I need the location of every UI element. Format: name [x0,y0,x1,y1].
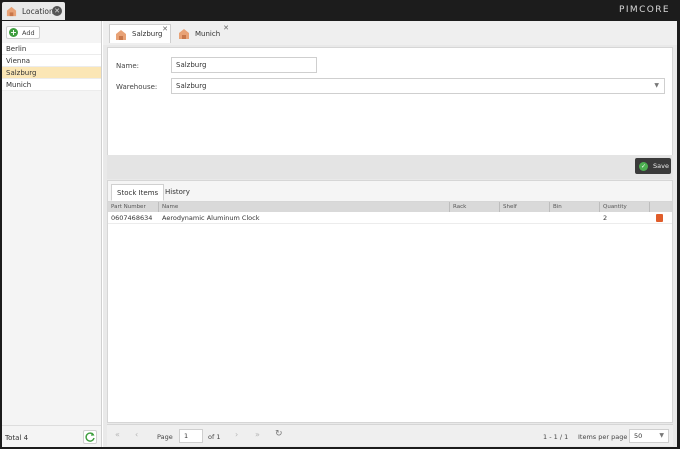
col-name[interactable]: Name [159,202,450,212]
items-per-page-label: Items per page [578,433,628,441]
prev-page-icon[interactable]: ‹ [135,430,138,439]
save-button-label: Save [653,162,669,170]
object-tabs: Salzburg ✕ Munich ✕ [103,21,677,45]
name-label: Name: [116,62,140,70]
col-rack[interactable]: Rack [450,202,500,212]
form-toolbar: ✓ Save [107,155,673,179]
page-label: Page [157,433,173,441]
warehouse-label: Warehouse: [116,83,158,91]
add-icon: + [9,28,18,37]
location-icon [116,29,126,40]
items-per-page-select[interactable]: 50 ▼ [629,429,669,443]
refresh-button[interactable] [83,430,97,444]
last-page-icon[interactable]: » [255,430,260,439]
total-count: Total 4 [5,434,29,442]
location-sidebar: + Add Berlin Vienna Salzburg Munich Tota… [2,21,102,447]
cell-name: Aerodynamic Aluminum Clock [162,214,260,222]
location-icon [6,6,17,16]
close-icon[interactable]: ✕ [223,24,229,32]
pdf-icon[interactable] [656,214,663,222]
warehouse-select[interactable]: Salzburg ▼ [171,78,665,94]
tab-label: Salzburg [132,30,163,38]
location-list: Berlin Vienna Salzburg Munich [2,43,101,91]
next-page-icon[interactable]: › [235,430,238,439]
top-bar: Location ✕ PIMCORE [0,0,680,21]
close-icon[interactable]: ✕ [52,6,62,16]
pimcore-logo: PIMCORE [619,5,670,15]
items-per-page-value: 50 [634,432,643,440]
chevron-down-icon: ▼ [659,432,664,439]
col-quantity[interactable]: Quantity [600,202,650,212]
col-bin[interactable]: Bin [550,202,600,212]
main-panel: Salzburg ✕ Munich ✕ Name: Salzburg Wareh… [103,21,677,447]
first-page-icon[interactable]: « [115,430,120,439]
cell-bin [550,212,600,224]
cell-part-number: 0607468634 [111,214,153,222]
page-input[interactable]: 1 [179,429,203,443]
list-item-salzburg[interactable]: Salzburg [2,67,101,79]
tab-label: Munich [195,29,221,38]
refresh-icon [85,432,95,442]
sidebar-footer: Total 4 [2,425,101,447]
tab-history[interactable]: History [160,184,195,201]
table-row[interactable]: 0607468634 Aerodynamic Aluminum Clock 2 [108,212,672,224]
tab-salzburg[interactable]: Salzburg ✕ [109,24,171,43]
refresh-icon[interactable]: ↻ [275,429,283,439]
location-tab[interactable]: Location ✕ [2,2,65,20]
stock-panel: Stock Items History Part Number Name Rac… [107,180,673,423]
location-tab-label: Location [22,6,54,16]
paging-range: 1 - 1 / 1 [543,433,569,441]
name-input[interactable]: Salzburg [171,57,317,73]
cell-shelf [500,212,550,224]
check-icon: ✓ [639,161,648,171]
page-of-label: of 1 [208,433,221,441]
close-icon[interactable]: ✕ [162,25,168,33]
col-shelf[interactable]: Shelf [500,202,550,212]
location-icon [179,29,189,39]
add-button-label: Add [22,28,35,37]
chevron-down-icon: ▼ [654,82,659,89]
sub-tabs: Stock Items History [108,181,672,202]
add-button[interactable]: + Add [6,26,40,39]
list-item-munich[interactable]: Munich [2,79,101,91]
grid-header: Part Number Name Rack Shelf Bin Quantity [108,202,672,212]
save-button[interactable]: ✓ Save [635,158,671,174]
paging-toolbar: « ‹ Page 1 of 1 › » ↻ 1 - 1 / 1 Items pe… [107,424,673,446]
cell-rack [450,212,500,224]
list-item-vienna[interactable]: Vienna [2,55,101,67]
warehouse-value: Salzburg [176,82,207,90]
tab-munich[interactable]: Munich ✕ [173,24,231,43]
cell-quantity: 2 [603,214,608,222]
tab-stock-items[interactable]: Stock Items [111,184,165,201]
col-part-number[interactable]: Part Number [108,202,159,212]
list-item-berlin[interactable]: Berlin [2,43,101,55]
